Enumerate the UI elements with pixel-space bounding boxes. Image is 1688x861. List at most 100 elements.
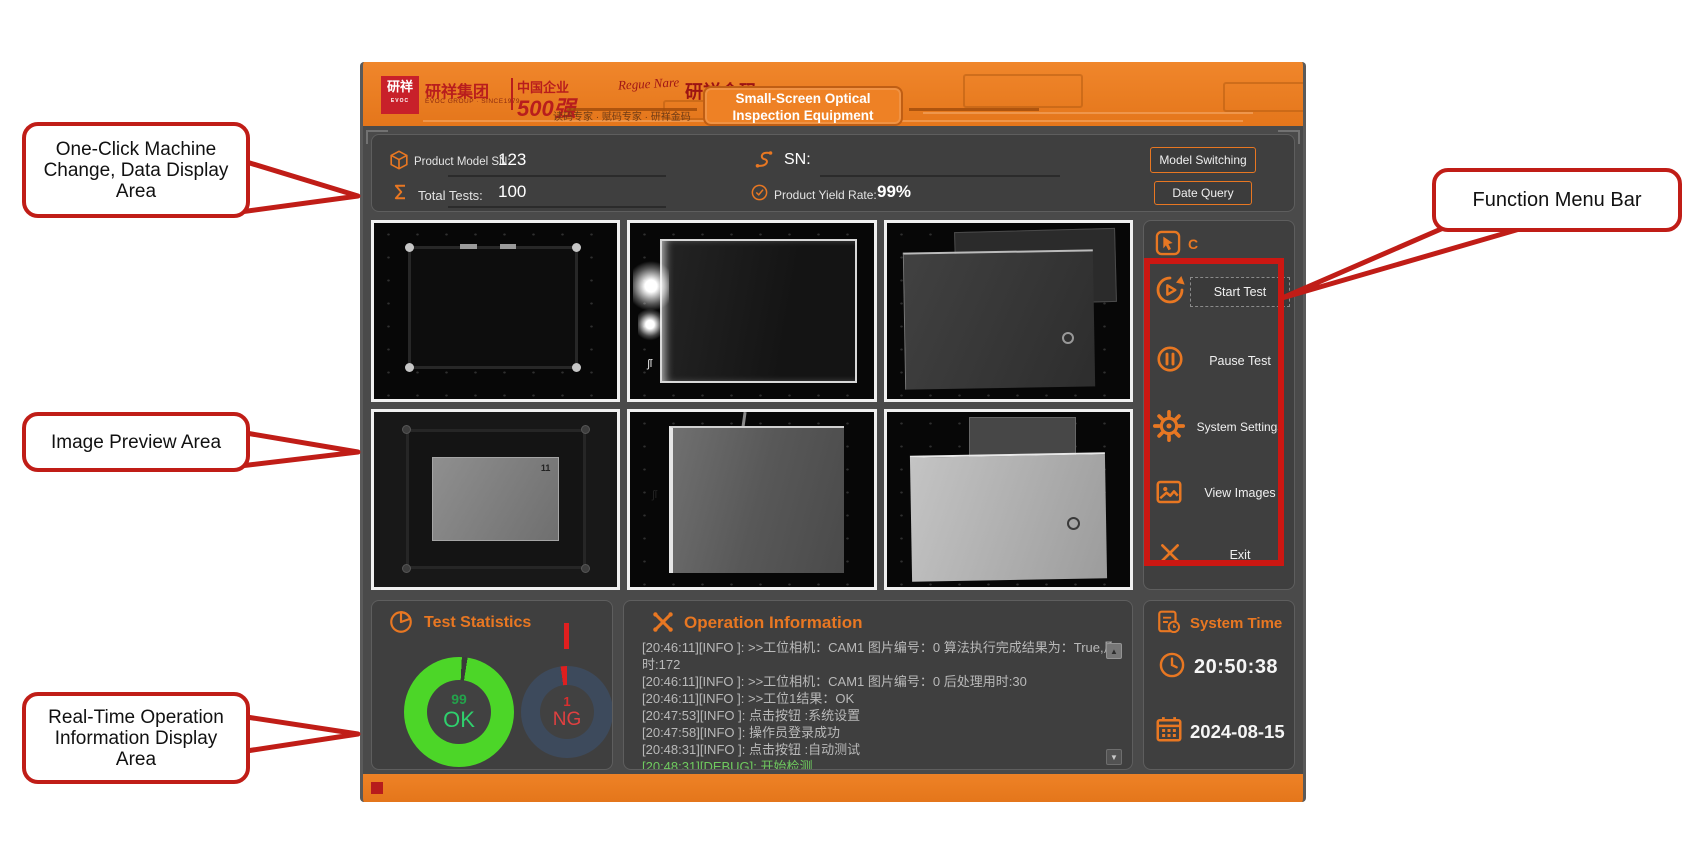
log-line-debug: [20:48:31][DEBUG]: 开始检测 [642, 758, 1112, 769]
preview-art [660, 239, 857, 383]
pause-test-label: Pause Test [1188, 347, 1292, 375]
time-value: 20:50:38 [1194, 656, 1278, 679]
date-value: 2024-08-15 [1190, 721, 1285, 743]
system-settings-label: System Settings [1188, 413, 1292, 441]
ng-donut-chart: 1 NG [521, 666, 613, 758]
menu-item-pause-test[interactable]: Pause Test [1144, 339, 1295, 383]
preview-art [903, 249, 1095, 389]
log-line: [20:48:31][INFO ]: 点击按钮 :自动测试 [642, 741, 1112, 758]
sn-label: SN: [784, 151, 811, 169]
yield-value: 99% [877, 182, 911, 202]
ok-donut-chart: 99 OK [404, 657, 514, 767]
callout-data-display-area: One-Click Machine Change, Data Display A… [22, 122, 250, 218]
system-time-panel: System Time 20:50:38 2024-08-15 [1143, 600, 1295, 770]
product-model-label: Product Model SN: [414, 156, 511, 168]
image-preview-area: ʃſ 11 ʃſ [371, 220, 1133, 590]
data-display-panel: Product Model SN: 123 Total Tests: 100 S… [371, 134, 1295, 212]
preview-image-6 [884, 409, 1133, 591]
start-test-label: Start Test [1190, 277, 1290, 307]
logo-group-sub: EVOC GROUP · SINCE1979 [425, 98, 520, 105]
evoc-logo: 研祥EVOC [381, 76, 419, 114]
system-time-icon [1156, 609, 1182, 635]
system-settings-icon [1152, 409, 1186, 443]
bottom-logo-mark [371, 782, 383, 794]
view-images-label: View Images [1188, 479, 1292, 507]
system-time-title: System Time [1190, 615, 1282, 632]
logo-script: Regue Nare [618, 74, 680, 93]
app-window: 研祥EVOC 研祥集团 EVOC GROUP · SINCE1979 中国企业 … [360, 62, 1306, 802]
yield-check-icon [750, 183, 769, 202]
app-title-line1: Small-Screen Optical [705, 90, 901, 107]
product-model-value: 123 [498, 150, 526, 170]
menu-item-start-test[interactable]: Start Test [1144, 269, 1295, 313]
preview-art: 11 [432, 457, 559, 541]
view-images-icon [1154, 477, 1184, 507]
preview-art [633, 258, 669, 314]
preview-art [1067, 517, 1080, 530]
app-title-line2: Inspection Equipment [705, 107, 901, 124]
start-test-icon [1154, 274, 1186, 306]
model-switching-button[interactable]: Model Switching [1150, 147, 1256, 173]
clock-icon [1158, 651, 1186, 679]
log-line: [20:46:11][INFO ]: >>工位相机：CAM1 图片编号：0 后处… [642, 673, 1112, 690]
stats-title: Test Statistics [424, 614, 531, 632]
underline [820, 175, 1060, 177]
pie-chart-icon [388, 609, 414, 635]
function-menu-panel: C Start Test Pause Test [1143, 220, 1295, 590]
screenshot-canvas: 研祥EVOC 研祥集团 EVOC GROUP · SINCE1979 中国企业 … [0, 0, 1688, 861]
log-line: [20:46:11][INFO ]: >>工位相机：CAM1 图片编号：0 算法… [642, 639, 1112, 656]
preview-image-5: ʃſ [627, 409, 876, 591]
log-line: [20:47:53][INFO ]: 点击按钮 :系统设置 [642, 707, 1112, 724]
click-hand-icon [1154, 229, 1182, 257]
yield-label: Product Yield Rate: [774, 188, 877, 202]
sn-trace-icon [750, 148, 776, 172]
preview-art [1062, 332, 1074, 344]
preview-image-3 [884, 220, 1133, 402]
log-line: [20:46:11][INFO ]: >>工位1结果：OK [642, 690, 1112, 707]
callout-function-menu-bar: Function Menu Bar [1432, 168, 1682, 232]
preview-art [638, 307, 662, 342]
ok-label: OK [443, 707, 475, 733]
menu-item-exit[interactable]: Exit [1144, 533, 1295, 577]
total-tests-value: 100 [498, 182, 526, 202]
operation-title: Operation Information [684, 613, 863, 633]
ng-tick-mark [564, 623, 569, 649]
callout-image-preview-area: Image Preview Area [22, 412, 250, 472]
circuit-decoration [923, 112, 1253, 114]
log-scroll-up-button[interactable]: ▲ [1106, 643, 1122, 659]
tools-icon [650, 609, 676, 635]
preview-art [669, 426, 844, 573]
log-line: 时:172 [642, 656, 1112, 673]
operation-log[interactable]: [20:46:11][INFO ]: >>工位相机：CAM1 图片编号：0 算法… [642, 639, 1112, 769]
sigma-icon [390, 181, 410, 203]
preview-image-4: 11 [371, 409, 620, 591]
app-header: 研祥EVOC 研祥集团 EVOC GROUP · SINCE1979 中国企业 … [363, 62, 1306, 126]
window-bottom-bar [363, 774, 1306, 802]
product-box-icon [388, 149, 410, 171]
logo-divider [511, 78, 513, 110]
preview-image-2: ʃſ [627, 220, 876, 402]
exit-label: Exit [1188, 541, 1292, 569]
exit-icon [1157, 540, 1183, 566]
callout-realtime-info-area: Real-Time Operation Information Display … [22, 692, 250, 784]
preview-art: ʃſ [652, 489, 657, 501]
log-line: [20:47:58][INFO ]: 操作员登录成功 [642, 724, 1112, 741]
circuit-decoration [1223, 82, 1306, 112]
preview-art [910, 452, 1107, 582]
menu-item-view-images[interactable]: View Images [1144, 471, 1295, 515]
log-scroll-down-button[interactable]: ▼ [1106, 749, 1122, 765]
date-query-button[interactable]: Date Query [1154, 181, 1252, 205]
preview-art: ʃſ [647, 358, 652, 370]
menu-header-label: C [1188, 236, 1198, 252]
circuit-decoration [963, 74, 1083, 108]
menu-item-system-settings[interactable]: System Settings [1144, 405, 1295, 449]
ng-count: 1 [563, 694, 570, 709]
test-statistics-panel: Test Statistics 99 OK 1 NG [371, 600, 613, 770]
operation-information-panel: Operation Information [20:46:11][INFO ]:… [623, 600, 1133, 770]
preview-art [408, 246, 578, 369]
underline [448, 175, 666, 177]
underline [448, 206, 666, 208]
preview-image-1 [371, 220, 620, 402]
pause-test-icon [1155, 344, 1185, 374]
app-title-badge: Small-Screen Optical Inspection Equipmen… [703, 86, 903, 126]
